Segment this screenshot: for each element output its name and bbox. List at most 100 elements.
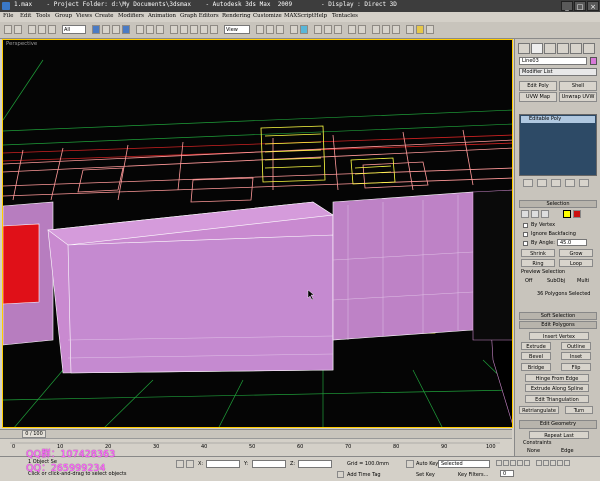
auto-key-button[interactable]: Auto Key bbox=[416, 461, 438, 467]
menu-edit[interactable]: Edit bbox=[20, 13, 31, 19]
use-pivot-icon[interactable] bbox=[256, 25, 264, 34]
menu-animation[interactable]: Animation bbox=[148, 13, 176, 19]
selected-set-dropdown[interactable]: Selected bbox=[438, 460, 490, 468]
pin-stack-icon[interactable] bbox=[523, 179, 533, 187]
quick-render-icon[interactable] bbox=[426, 25, 434, 34]
preview-multi-radio[interactable]: Multi bbox=[577, 278, 589, 284]
modifier-stack[interactable]: Editable Poly bbox=[519, 114, 597, 176]
loop-button[interactable]: Loop bbox=[559, 259, 593, 267]
element-subobj-icon[interactable] bbox=[573, 210, 581, 218]
grow-button[interactable]: Grow bbox=[559, 249, 593, 257]
motion-tab-icon[interactable] bbox=[557, 43, 569, 54]
curve-editor-icon[interactable] bbox=[372, 25, 380, 34]
undo-icon[interactable] bbox=[4, 25, 12, 34]
shrink-button[interactable]: Shrink bbox=[521, 249, 555, 257]
select-scale-icon[interactable] bbox=[156, 25, 164, 34]
menu-modifiers[interactable]: Modifiers bbox=[118, 13, 144, 19]
display-tab-icon[interactable] bbox=[570, 43, 582, 54]
select-object-icon[interactable] bbox=[92, 25, 100, 34]
x-coordinate-field[interactable] bbox=[206, 460, 240, 468]
y-coordinate-field[interactable] bbox=[252, 460, 286, 468]
reference-coord-dropdown[interactable]: View bbox=[224, 25, 250, 34]
schematic-view-icon[interactable] bbox=[382, 25, 390, 34]
add-time-tag-button[interactable]: Add Time Tag bbox=[347, 472, 381, 478]
constraint-none-radio[interactable]: None bbox=[527, 448, 540, 454]
shell-button[interactable]: Shell bbox=[559, 81, 597, 91]
key-mode-icon[interactable] bbox=[406, 460, 414, 468]
polygon-subobj-icon[interactable] bbox=[563, 210, 571, 218]
object-name-field[interactable]: Line03 bbox=[519, 57, 587, 65]
selection-filter-dropdown[interactable]: All bbox=[62, 25, 86, 34]
menu-views[interactable]: Views bbox=[76, 13, 92, 19]
layer-manager-icon[interactable] bbox=[358, 25, 366, 34]
configure-modifier-sets-icon[interactable] bbox=[579, 179, 589, 187]
current-frame-field[interactable]: 0 bbox=[500, 470, 514, 477]
refresh-icon[interactable] bbox=[200, 25, 208, 34]
create-tab-icon[interactable] bbox=[518, 43, 530, 54]
bind-space-warp-icon[interactable] bbox=[48, 25, 56, 34]
unwrap-uvw-button[interactable]: Unwrap UVW bbox=[559, 92, 597, 102]
ring-button[interactable]: Ring bbox=[521, 259, 555, 267]
uvw-map-button[interactable]: UVW Map bbox=[519, 92, 557, 102]
snap-icon[interactable] bbox=[276, 25, 284, 34]
hierarchy-tab-icon[interactable] bbox=[544, 43, 556, 54]
by-angle-spinner[interactable]: 45.0 bbox=[557, 239, 587, 246]
remove-modifier-icon[interactable] bbox=[565, 179, 575, 187]
minimize-icon[interactable]: _ bbox=[561, 1, 573, 11]
extrude-along-spline-button[interactable]: Extrude Along Spline bbox=[525, 384, 589, 392]
pan-icon[interactable] bbox=[557, 460, 563, 466]
mirror-icon[interactable] bbox=[334, 25, 342, 34]
retriangulate-button[interactable]: Retriangulate bbox=[519, 406, 559, 414]
time-tag-icon[interactable] bbox=[337, 471, 344, 478]
align-icon[interactable] bbox=[190, 25, 198, 34]
zoom-icon[interactable] bbox=[536, 460, 542, 466]
render-setup-icon[interactable] bbox=[406, 25, 414, 34]
lock-selection-icon[interactable] bbox=[176, 460, 184, 468]
app-icon[interactable] bbox=[2, 2, 10, 10]
material-editor-icon[interactable] bbox=[392, 25, 400, 34]
edit-polygons-rollout[interactable]: Edit Polygons bbox=[519, 321, 597, 329]
border-subobj-icon[interactable] bbox=[541, 210, 549, 218]
menu-tools[interactable]: Tools bbox=[36, 13, 50, 19]
perspective-viewport[interactable]: Perspective bbox=[2, 39, 513, 428]
repeat-last-button[interactable]: Repeat Last bbox=[529, 431, 589, 439]
menu-file[interactable]: File bbox=[3, 13, 13, 19]
keyboard-shortcut-icon[interactable] bbox=[266, 25, 274, 34]
menu-create[interactable]: Create bbox=[95, 13, 113, 19]
region-select-icon[interactable] bbox=[112, 25, 120, 34]
play-icon[interactable] bbox=[510, 460, 516, 466]
time-slider-thumb[interactable]: 0 / 100 bbox=[22, 430, 46, 438]
zoom-extents-icon[interactable] bbox=[550, 460, 556, 466]
select-move-icon[interactable] bbox=[136, 25, 144, 34]
zoom-all-icon[interactable] bbox=[543, 460, 549, 466]
angle-snap-icon[interactable] bbox=[290, 25, 298, 34]
turn-button[interactable]: Turn bbox=[565, 406, 593, 414]
stack-item-editable-poly[interactable]: Editable Poly bbox=[521, 116, 595, 123]
next-frame-icon[interactable] bbox=[517, 460, 523, 466]
select-link-icon[interactable] bbox=[28, 25, 36, 34]
rendered-frame-icon[interactable] bbox=[416, 25, 424, 34]
menu-help[interactable]: Help bbox=[314, 13, 327, 19]
menu-graph-editors[interactable]: Graph Editors bbox=[180, 13, 219, 19]
modify-tab-icon[interactable] bbox=[531, 43, 543, 54]
make-unique-icon[interactable] bbox=[551, 179, 561, 187]
absolute-mode-icon[interactable] bbox=[186, 460, 194, 468]
unlink-icon[interactable] bbox=[38, 25, 46, 34]
constraint-edge-radio[interactable]: Edge bbox=[561, 448, 574, 454]
by-vertex-checkbox[interactable] bbox=[523, 223, 528, 228]
extrude-button[interactable]: Extrude bbox=[521, 342, 551, 350]
bridge-button[interactable]: Bridge bbox=[521, 363, 551, 371]
select-rotate-icon[interactable] bbox=[146, 25, 154, 34]
edit-named-selection-icon[interactable] bbox=[324, 25, 332, 34]
set-key-button[interactable]: Set Key bbox=[416, 472, 435, 478]
outline-button[interactable]: Outline bbox=[561, 342, 591, 350]
edit-poly-button[interactable]: Edit Poly bbox=[519, 81, 557, 91]
z-coordinate-field[interactable] bbox=[298, 460, 332, 468]
orbit-icon[interactable] bbox=[564, 460, 570, 466]
edit-geometry-rollout[interactable]: Edit Geometry bbox=[519, 420, 597, 429]
spinner-snap-icon[interactable] bbox=[314, 25, 322, 34]
prev-frame-icon[interactable] bbox=[503, 460, 509, 466]
bevel-button[interactable]: Bevel bbox=[521, 352, 551, 360]
menu-group[interactable]: Group bbox=[55, 13, 72, 19]
object-color-swatch[interactable] bbox=[590, 57, 597, 65]
